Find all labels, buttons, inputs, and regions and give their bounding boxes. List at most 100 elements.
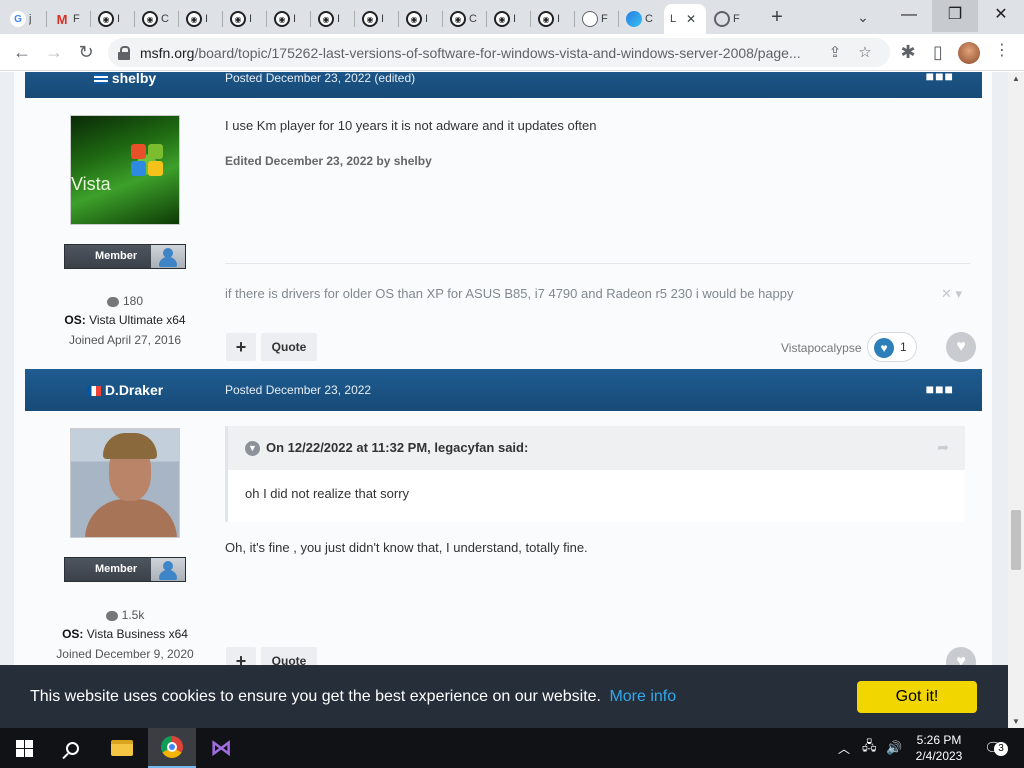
- browser-tab[interactable]: L ✕: [664, 4, 706, 34]
- avatar[interactable]: [70, 428, 180, 538]
- tab-title: I: [381, 13, 385, 25]
- tab-separator: [530, 11, 531, 27]
- action-center-icon[interactable]: 🗨3: [984, 728, 1008, 768]
- browser-tab[interactable]: F: [576, 4, 610, 34]
- post-options-icon[interactable]: ■■■: [926, 72, 954, 84]
- multiquote-button[interactable]: +: [226, 333, 256, 361]
- member-badge: Member: [64, 557, 186, 582]
- quote-header[interactable]: ▼ On 12/22/2022 at 11:32 PM, legacyfan sa…: [228, 426, 965, 470]
- accept-cookies-button[interactable]: Got it!: [857, 681, 977, 713]
- tab-title: F: [73, 13, 80, 25]
- browser-tab[interactable]: ◉ C: [136, 4, 170, 34]
- scroll-down-icon[interactable]: ▼: [1012, 717, 1020, 726]
- scroll-thumb[interactable]: [1011, 510, 1021, 570]
- globe-icon: [714, 11, 730, 27]
- browser-tab[interactable]: ◉ I: [268, 4, 302, 34]
- taskbar-chrome[interactable]: [148, 728, 196, 768]
- windows-logo-icon: [131, 144, 167, 180]
- more-info-link[interactable]: More info: [609, 688, 676, 705]
- browser-tab[interactable]: ◉ I: [356, 4, 390, 34]
- post-date[interactable]: Posted December 23, 2022: [225, 383, 371, 397]
- lock-icon[interactable]: [118, 45, 130, 60]
- network-icon[interactable]: 🖧: [862, 728, 877, 768]
- gmail-icon: M: [56, 11, 68, 27]
- react-heart-icon[interactable]: ♥: [946, 332, 976, 362]
- close-tab-icon[interactable]: ✕: [686, 12, 696, 26]
- reload-icon[interactable]: ↻: [74, 40, 98, 64]
- ghost-icon: [582, 11, 598, 27]
- address-bar[interactable]: msfn.org/board/topic/175262-last-version…: [108, 38, 890, 67]
- taskbar-file-explorer[interactable]: [98, 728, 146, 768]
- new-tab-button[interactable]: +: [766, 6, 788, 28]
- browser-tab[interactable]: ◉ I: [180, 4, 214, 34]
- cookie-message: This website uses cookies to ensure you …: [30, 688, 676, 706]
- react-heart-icon[interactable]: ♥: [946, 647, 976, 665]
- avatar[interactable]: Vista: [70, 115, 180, 225]
- page-scrollbar[interactable]: ▲ ▼: [1008, 72, 1024, 728]
- clock-date: 2/4/2023: [915, 749, 963, 763]
- forward-icon[interactable]: →: [42, 40, 66, 64]
- msfn-icon: ◉: [318, 11, 334, 27]
- system-clock[interactable]: 5:26 PM 2/4/2023: [908, 728, 970, 768]
- tab-separator: [398, 11, 399, 27]
- restore-button[interactable]: ❐: [932, 0, 978, 32]
- side-panel-icon[interactable]: ▯: [926, 40, 950, 64]
- chrome-menu-icon[interactable]: ⋮: [994, 40, 1010, 60]
- avatar-photo-cap: [103, 433, 157, 459]
- multiquote-button[interactable]: +: [226, 647, 256, 665]
- clock-time: 5:26 PM: [916, 733, 962, 747]
- scroll-up-icon[interactable]: ▲: [1012, 74, 1020, 83]
- post-author[interactable]: shelby: [25, 72, 225, 86]
- start-button[interactable]: [0, 728, 48, 768]
- joined-date: Joined April 27, 2016: [68, 333, 182, 347]
- post-author[interactable]: D.Draker: [25, 382, 225, 398]
- url-text[interactable]: msfn.org/board/topic/175262-last-version…: [140, 45, 830, 61]
- browser-tab[interactable]: ◉ C: [444, 4, 478, 34]
- extensions-icon[interactable]: ✱: [896, 40, 920, 64]
- browser-tab[interactable]: ◉ I: [488, 4, 522, 34]
- quote-link-icon[interactable]: ➦: [937, 439, 949, 456]
- taskbar-visual-studio[interactable]: ⋈: [197, 728, 245, 768]
- post-options-icon[interactable]: ■■■: [926, 381, 954, 397]
- browser-tab[interactable]: MF: [48, 4, 82, 34]
- tab-title: C: [161, 13, 169, 25]
- browser-tab[interactable]: ◉ I: [532, 4, 566, 34]
- google-icon: G: [10, 11, 26, 27]
- back-icon[interactable]: ←: [10, 40, 34, 64]
- profile-avatar[interactable]: [958, 42, 980, 64]
- browser-tab[interactable]: C: [620, 4, 654, 34]
- topic-content: shelby Posted December 23, 2022 (edited)…: [14, 72, 992, 665]
- tab-title: L: [670, 13, 677, 25]
- browser-tab[interactable]: F: [708, 4, 742, 34]
- tab-separator: [46, 11, 47, 27]
- reaction-count[interactable]: ♥ 1: [867, 332, 917, 362]
- browser-tab[interactable]: ◉ I: [92, 4, 126, 34]
- quote-button[interactable]: Quote: [261, 647, 317, 665]
- post-header: D.Draker Posted December 23, 2022 ■■■: [25, 369, 982, 411]
- tab-separator: [222, 11, 223, 27]
- author-name[interactable]: shelby: [112, 72, 156, 86]
- os-info: OS: Vista Ultimate x64: [14, 313, 236, 327]
- volume-icon[interactable]: 🔊: [886, 728, 902, 768]
- minimize-button[interactable]: —: [886, 0, 932, 32]
- close-window-button[interactable]: ✕: [978, 0, 1024, 32]
- taskbar-search-button[interactable]: [48, 728, 96, 768]
- post-date[interactable]: Posted December 23, 2022 (edited): [225, 72, 415, 85]
- author-name[interactable]: D.Draker: [105, 382, 163, 398]
- tab-search-icon[interactable]: ⌄: [852, 6, 874, 28]
- quote-button[interactable]: Quote: [261, 333, 317, 361]
- browser-tab[interactable]: ◉ I: [224, 4, 258, 34]
- browser-tab[interactable]: ◉ I: [312, 4, 346, 34]
- bookmark-star-icon[interactable]: ☆: [854, 42, 876, 64]
- browser-tab[interactable]: Gj: [4, 4, 38, 34]
- tab-title: I: [117, 13, 121, 25]
- joined-date: Joined December 9, 2020: [56, 647, 194, 661]
- reactor-name[interactable]: Vistapocalypse: [781, 341, 862, 355]
- share-icon[interactable]: ⇪: [824, 42, 846, 64]
- url-host: msfn.org: [140, 44, 195, 61]
- quote-attribution: On 12/22/2022 at 11:32 PM, legacyfan sai…: [266, 440, 529, 455]
- browser-tab[interactable]: ◉ I: [400, 4, 434, 34]
- collapse-chevron-icon[interactable]: ▼: [245, 441, 260, 457]
- hide-signature-icon[interactable]: ✕ ▾: [941, 286, 962, 302]
- show-hidden-icons-chevron-icon[interactable]: ︿: [838, 728, 850, 768]
